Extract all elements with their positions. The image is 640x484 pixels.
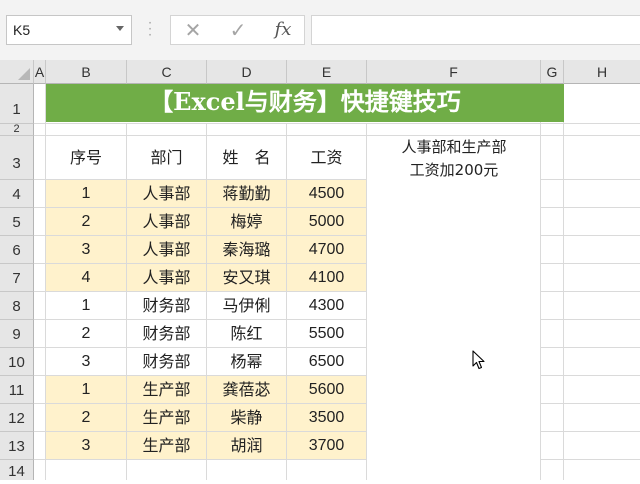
cell-salary[interactable]: 3700 xyxy=(287,432,366,460)
cell-dept[interactable]: 人事部 xyxy=(127,236,206,264)
cell-salary[interactable]: 4100 xyxy=(287,264,366,292)
cell-dept[interactable]: 人事部 xyxy=(127,264,206,292)
select-all-triangle-icon xyxy=(18,68,30,80)
cell-name[interactable]: 杨幂 xyxy=(207,348,286,376)
cell-dept[interactable]: 生产部 xyxy=(127,432,206,460)
row-header-10[interactable]: 10 xyxy=(0,348,34,376)
cell-seq[interactable]: 3 xyxy=(46,236,126,264)
col-header-f[interactable]: F xyxy=(367,60,541,84)
name-box[interactable]: K5 xyxy=(6,15,132,45)
note-cell[interactable]: 人事部和生产部 工资加200元 xyxy=(367,136,541,180)
cell-salary[interactable]: 5600 xyxy=(287,376,366,404)
header-name[interactable]: 姓 名 xyxy=(207,136,286,180)
cell-name[interactable]: 马伊俐 xyxy=(207,292,286,320)
cell-dept[interactable]: 财务部 xyxy=(127,320,206,348)
worksheet-grid[interactable]: A B C D E F G H 1 2 3 4 5 6 7 8 9 10 11 … xyxy=(0,60,640,480)
row-header-14[interactable]: 14 xyxy=(0,460,34,480)
row-header-13[interactable]: 13 xyxy=(0,432,34,460)
row-header-11[interactable]: 11 xyxy=(0,376,34,404)
cell-seq[interactable]: 4 xyxy=(46,264,126,292)
col-header-h[interactable]: H xyxy=(564,60,640,84)
insert-function-icon[interactable]: fx xyxy=(261,16,305,44)
gridline xyxy=(540,179,640,180)
row-header-6[interactable]: 6 xyxy=(0,236,34,264)
cell-name[interactable]: 蒋勤勤 xyxy=(207,180,286,208)
cell-seq[interactable]: 2 xyxy=(46,320,126,348)
cell-seq[interactable]: 2 xyxy=(46,208,126,236)
cell-dept[interactable]: 财务部 xyxy=(127,348,206,376)
gridline xyxy=(540,347,640,348)
row-header-7[interactable]: 7 xyxy=(0,264,34,292)
enter-icon[interactable]: ✓ xyxy=(216,16,260,44)
col-header-d[interactable]: D xyxy=(207,60,287,84)
cell-seq[interactable]: 1 xyxy=(46,180,126,208)
cell-dept[interactable]: 生产部 xyxy=(127,404,206,432)
row-header-3[interactable]: 3 xyxy=(0,136,34,180)
cell-name[interactable]: 梅婷 xyxy=(207,208,286,236)
row-header-4[interactable]: 4 xyxy=(0,180,34,208)
col-header-g[interactable]: G xyxy=(541,60,564,84)
header-dept[interactable]: 部门 xyxy=(127,136,206,180)
col-header-c[interactable]: C xyxy=(127,60,207,84)
gridline xyxy=(540,207,640,208)
gridline xyxy=(540,319,640,320)
name-box-value: K5 xyxy=(13,22,31,38)
note-line-1: 人事部和生产部 xyxy=(401,138,507,156)
note-line-2: 工资加200元 xyxy=(409,161,499,179)
cell-salary[interactable]: 6500 xyxy=(287,348,366,376)
formula-input[interactable] xyxy=(311,15,640,45)
cell-dept[interactable]: 生产部 xyxy=(127,376,206,404)
gridline xyxy=(563,84,564,480)
gridline xyxy=(540,291,640,292)
cell-dept[interactable]: 财务部 xyxy=(127,292,206,320)
cell-seq[interactable]: 3 xyxy=(46,348,126,376)
cell-seq[interactable]: 2 xyxy=(46,404,126,432)
cell-name[interactable]: 胡润 xyxy=(207,432,286,460)
row-header-8[interactable]: 8 xyxy=(0,292,34,320)
cell-dept[interactable]: 人事部 xyxy=(127,180,206,208)
cell-salary[interactable]: 5000 xyxy=(287,208,366,236)
row-header-9[interactable]: 9 xyxy=(0,320,34,348)
sheet-title[interactable]: 【Excel与财务】快捷键技巧 xyxy=(46,84,564,122)
gridline xyxy=(34,123,640,124)
row-header-2[interactable]: 2 xyxy=(0,124,34,136)
cancel-icon[interactable]: ✕ xyxy=(171,16,215,44)
cell-seq[interactable]: 1 xyxy=(46,292,126,320)
gridline xyxy=(540,235,640,236)
header-seq[interactable]: 序号 xyxy=(46,136,126,180)
row-header-12[interactable]: 12 xyxy=(0,404,34,432)
gridline xyxy=(540,403,640,404)
cell-name[interactable]: 安又琪 xyxy=(207,264,286,292)
gridline xyxy=(540,431,640,432)
gridline xyxy=(540,263,640,264)
formula-buttons: ✕ ✓ fx xyxy=(170,15,305,45)
cell-name[interactable]: 柴静 xyxy=(207,404,286,432)
col-header-e[interactable]: E xyxy=(287,60,367,84)
row-header-5[interactable]: 5 xyxy=(0,208,34,236)
gridline xyxy=(540,375,640,376)
cell-salary[interactable]: 5500 xyxy=(287,320,366,348)
cell-salary[interactable]: 4700 xyxy=(287,236,366,264)
cell-seq[interactable]: 1 xyxy=(46,376,126,404)
cell-seq[interactable]: 3 xyxy=(46,432,126,460)
cell-salary[interactable]: 3500 xyxy=(287,404,366,432)
formula-bar: K5 · · · ✕ ✓ fx xyxy=(0,0,640,60)
row-header-1[interactable]: 1 xyxy=(0,84,34,124)
cell-dept[interactable]: 人事部 xyxy=(127,208,206,236)
cell-name[interactable]: 龚蓓苾 xyxy=(207,376,286,404)
gridline xyxy=(540,459,640,460)
col-header-b[interactable]: B xyxy=(46,60,127,84)
chevron-down-icon[interactable] xyxy=(116,26,124,31)
cell-salary[interactable]: 4300 xyxy=(287,292,366,320)
mouse-cursor-icon xyxy=(472,350,485,370)
cell-salary[interactable]: 4500 xyxy=(287,180,366,208)
cell-name[interactable]: 陈红 xyxy=(207,320,286,348)
more-vertical-icon[interactable]: · · · xyxy=(147,17,153,41)
header-salary[interactable]: 工资 xyxy=(287,136,366,180)
cell-name[interactable]: 秦海璐 xyxy=(207,236,286,264)
col-header-a[interactable]: A xyxy=(34,60,46,84)
